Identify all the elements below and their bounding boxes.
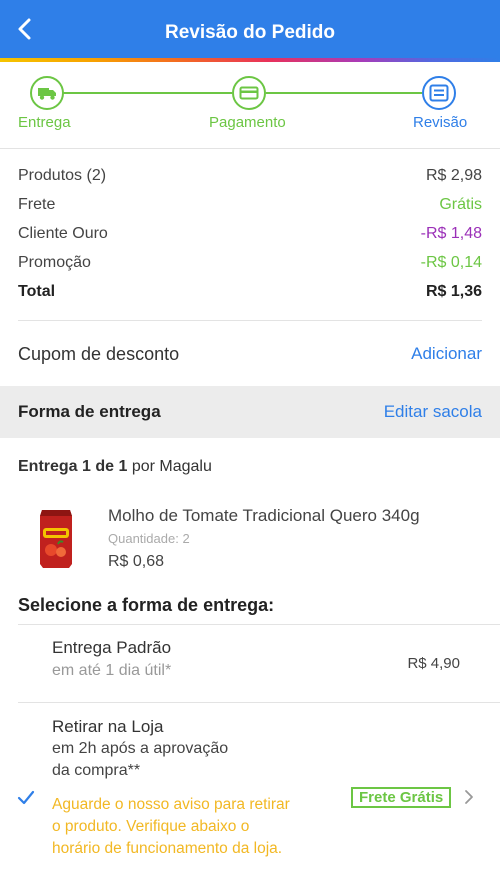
app-header: Revisão do Pedido [0,0,500,58]
edit-bag-link[interactable]: Editar sacola [384,402,482,422]
summary-value: R$ 1,36 [425,283,482,300]
coupon-row: Cupom de desconto Adicionar [0,322,500,386]
select-delivery-title: Selecione a forma de entrega: [18,595,275,615]
summary-label: Produtos (2) [18,167,107,184]
add-coupon-link[interactable]: Adicionar [411,344,482,364]
summary-label: Frete [18,196,56,213]
checkout-stepper [0,62,500,148]
summary-row-promocao: Promoção -R$ 0,14 [18,254,482,278]
warning-line: Aguarde o nosso aviso para retirar [52,796,290,813]
option-title: Retirar na Loja [52,717,164,736]
warning-line: o produto. Verifique abaixo o [52,818,250,835]
summary-value: R$ 2,98 [425,167,482,184]
divider [18,320,482,321]
list-icon [429,84,449,102]
summary-label: Total [18,283,56,300]
step-entrega[interactable] [30,76,64,110]
delivery-count: Entrega 1 de 1 [18,458,128,475]
option-subtitle-line2: da compra** [52,762,141,779]
step-label-revisao: Revisão [413,114,468,131]
product-quantity: Quantidade: 2 [108,531,190,546]
truck-icon [38,88,56,100]
coupon-label: Cupom de desconto [18,344,180,364]
step-connector-2 [266,92,422,94]
option-subtitle: em até 1 dia útil* [52,662,172,679]
step-connector-1 [54,92,232,94]
step-revisao[interactable] [422,76,456,110]
delivery-option-standard[interactable]: Entrega Padrão em até 1 dia útil* R$ 4,9… [0,625,500,701]
delivery-seller: por Magalu [131,458,212,475]
summary-row-frete: Frete Grátis [18,196,482,220]
step-label-pagamento: Pagamento [209,114,286,131]
summary-row-total: Total R$ 1,36 [18,283,482,307]
delivery-heading: Entrega 1 de 1 por Magalu [18,458,212,476]
option-price: R$ 4,90 [407,655,460,672]
summary-value: -R$ 0,14 [420,254,482,271]
summary-row-produtos: Produtos (2) R$ 2,98 [18,167,482,191]
selected-check-icon [17,790,35,805]
page-title: Revisão do Pedido [165,22,335,43]
option-title: Entrega Padrão [52,638,172,657]
summary-row-cliente-ouro: Cliente Ouro -R$ 1,48 [18,225,482,249]
option-subtitle-line1: em 2h após a aprovação [52,740,229,757]
warning-line: horário de funcionamento da loja. [52,840,283,857]
divider [0,148,500,149]
free-shipping-badge: Frete Grátis [351,787,452,808]
product-image [40,510,72,568]
summary-value: Grátis [439,196,482,213]
step-label-entrega: Entrega [18,114,71,131]
summary-label: Cliente Ouro [18,225,108,242]
product-price: R$ 0,68 [108,553,165,570]
summary-label: Promoção [18,254,91,271]
pickup-warning: Aguarde o nosso aviso para retirar o pro… [52,794,352,860]
step-pagamento[interactable] [232,76,266,110]
shipping-section-header: Forma de entrega Editar sacola [0,386,500,438]
summary-value: -R$ 1,48 [420,225,482,242]
chevron-right-icon[interactable] [462,788,476,806]
product-name: Molho de Tomate Tradicional Quero 340g [108,506,420,525]
card-icon [239,86,259,100]
shipping-section-title: Forma de entrega [18,402,161,421]
